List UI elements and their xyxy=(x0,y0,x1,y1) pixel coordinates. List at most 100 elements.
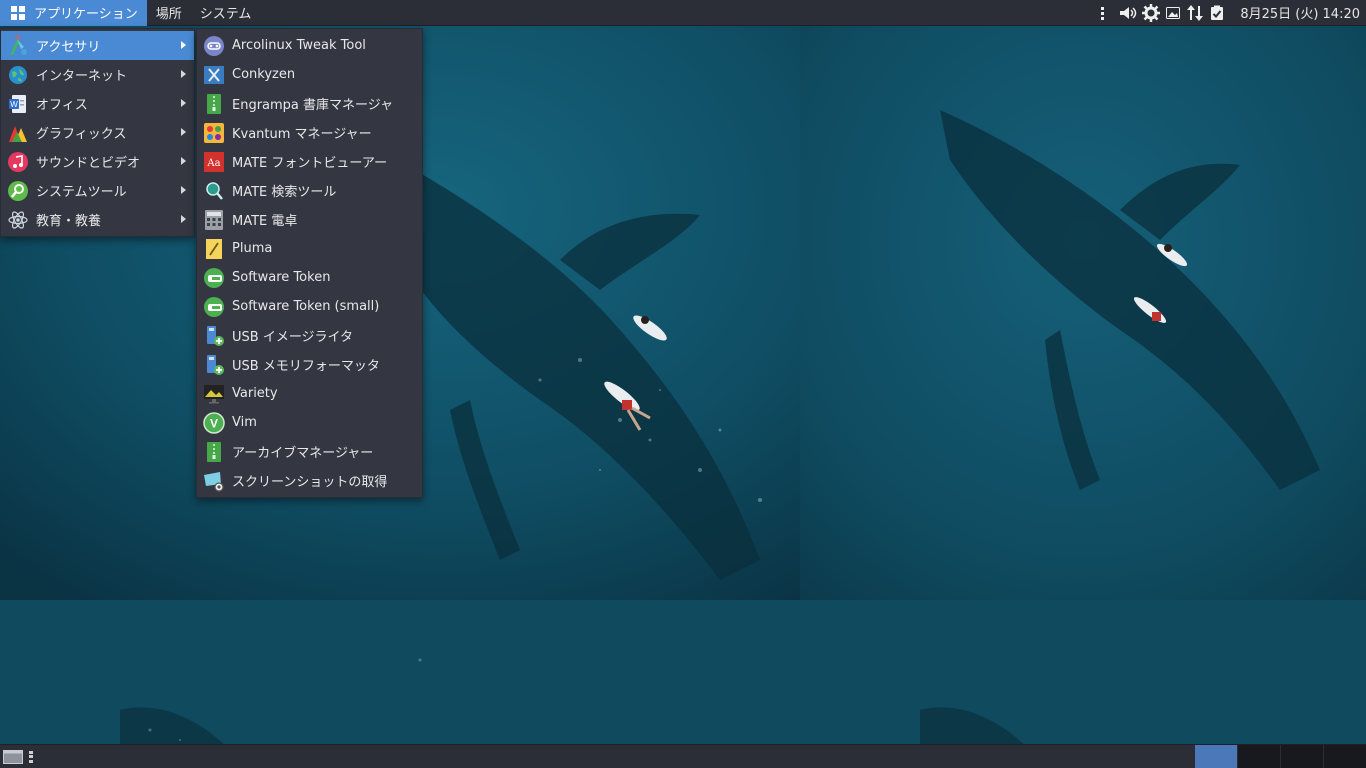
svg-text:W: W xyxy=(10,100,18,109)
atom-icon xyxy=(8,210,28,229)
menu-item-mate-calculator[interactable]: MATE 電卓 xyxy=(197,205,422,234)
workspace-switcher xyxy=(1194,745,1366,768)
system-tools-icon xyxy=(8,180,28,201)
menu-item-label: Pluma xyxy=(232,241,273,256)
menu-item-label: Engrampa 書庫マネージャ xyxy=(232,98,394,113)
category-system-tools[interactable]: システムツール xyxy=(1,176,194,205)
system-tray: 8月25日 (火) 14:20 xyxy=(1096,0,1366,26)
menu-item-mate-search-tool[interactable]: MATE 検索ツール xyxy=(197,176,422,205)
applications-menu-label: アプリケーション xyxy=(34,7,138,22)
menu-item-arcolinux-tweak-tool[interactable]: Arcolinux Tweak Tool xyxy=(197,31,422,60)
menu-item-label: USB メモリフォーマッタ xyxy=(232,359,380,374)
image-viewer-icon[interactable] xyxy=(1163,3,1183,23)
category-label: 教育・教養 xyxy=(36,214,102,229)
workspace-4[interactable] xyxy=(1323,745,1366,768)
clipboard-check-icon[interactable] xyxy=(1207,3,1227,23)
usb-image-writer-icon xyxy=(207,325,224,346)
workspace-3[interactable] xyxy=(1280,745,1323,768)
category-education[interactable]: 教育・教養 xyxy=(1,205,194,234)
top-panel: アプリケーション 場所 システム 8月25日 (火) 14:20 xyxy=(0,0,1366,26)
submenu-arrow-icon xyxy=(181,215,186,223)
accessories-submenu: Arcolinux Tweak Tool Conkyzen Engrampa 書… xyxy=(196,28,423,498)
menu-item-software-token-small[interactable]: Software Token (small) xyxy=(197,292,422,321)
clock[interactable]: 8月25日 (火) 14:20 xyxy=(1240,3,1360,22)
menu-item-label: MATE 検索ツール xyxy=(232,185,337,200)
category-label: オフィス xyxy=(36,98,88,113)
menu-item-archive-manager[interactable]: アーカイブマネージャー xyxy=(197,437,422,466)
category-office[interactable]: W オフィス xyxy=(1,89,194,118)
category-label: インターネット xyxy=(36,69,128,84)
variety-wallpaper-icon xyxy=(204,384,224,403)
software-token-icon xyxy=(204,267,224,288)
office-document-icon: W xyxy=(9,94,26,113)
menu-item-label: スクリーンショットの取得 xyxy=(232,475,388,490)
menu-item-label: Arcolinux Tweak Tool xyxy=(232,38,366,53)
panel-drag-handle[interactable] xyxy=(29,749,35,765)
menu-item-engrampa[interactable]: Engrampa 書庫マネージャ xyxy=(197,89,422,118)
category-graphics[interactable]: グラフィックス xyxy=(1,118,194,147)
music-note-icon xyxy=(8,151,28,172)
volume-icon[interactable] xyxy=(1119,3,1139,23)
usb-formatter-icon xyxy=(207,354,224,375)
applications-menu[interactable]: アプリケーション xyxy=(0,0,147,26)
settings-gear-icon[interactable] xyxy=(1141,3,1161,23)
category-label: サウンドとビデオ xyxy=(36,156,141,171)
svg-text:Aa: Aa xyxy=(206,158,220,169)
signal-icon[interactable] xyxy=(1097,3,1117,23)
system-menu[interactable]: システム xyxy=(191,0,261,26)
places-menu-label: 場所 xyxy=(155,7,182,22)
category-sound-video[interactable]: サウンドとビデオ xyxy=(1,147,194,176)
conkyzen-icon xyxy=(204,65,224,84)
submenu-arrow-icon xyxy=(181,157,186,165)
menu-item-usb-image-writer[interactable]: USB イメージライタ xyxy=(197,321,422,350)
menu-item-label: Software Token xyxy=(232,270,331,285)
submenu-arrow-icon xyxy=(181,128,186,136)
calculator-icon xyxy=(205,209,223,230)
software-token-small-icon xyxy=(204,296,224,317)
archive-zipper-icon xyxy=(207,93,221,114)
show-desktop-icon xyxy=(3,749,23,764)
show-desktop-button[interactable] xyxy=(2,748,24,766)
system-menu-label: システム xyxy=(199,7,252,22)
screenshot-icon xyxy=(204,471,224,492)
submenu-arrow-icon xyxy=(181,70,186,78)
menu-item-label: MATE 電卓 xyxy=(232,214,298,229)
menu-item-label: MATE フォントビューアー xyxy=(232,156,388,171)
menu-item-label: アーカイブマネージャー xyxy=(232,446,374,461)
menu-item-software-token[interactable]: Software Token xyxy=(197,263,422,292)
kvantum-palette-icon xyxy=(204,122,224,143)
applications-grid-icon xyxy=(11,5,25,20)
workspace-1[interactable] xyxy=(1194,745,1237,768)
menu-item-vim[interactable]: V Vim xyxy=(197,408,422,437)
menu-item-screenshot[interactable]: スクリーンショットの取得 xyxy=(197,466,422,495)
workspace-2[interactable] xyxy=(1237,745,1280,768)
menu-item-label: Software Token (small) xyxy=(232,299,380,314)
menu-item-label: Vim xyxy=(232,415,257,430)
wallpaper-whale-tile xyxy=(800,0,1366,600)
internet-globe-icon xyxy=(9,65,27,84)
category-accessories[interactable]: アクセサリ xyxy=(1,31,194,60)
svg-text:V: V xyxy=(210,416,218,430)
archive-manager-icon xyxy=(207,441,221,462)
network-updown-icon[interactable] xyxy=(1185,3,1205,23)
applications-category-menu: アクセサリ インターネット W オフィス グラフィックス サウンドとビデオ シス… xyxy=(0,28,195,237)
wallpaper-whale-tile xyxy=(0,600,800,768)
font-viewer-icon: Aa xyxy=(204,151,224,172)
menu-item-kvantum-manager[interactable]: Kvantum マネージャー xyxy=(197,118,422,147)
search-tool-icon xyxy=(206,181,223,200)
category-label: アクセサリ xyxy=(36,40,101,55)
submenu-arrow-icon xyxy=(181,99,186,107)
menu-item-conkyzen[interactable]: Conkyzen xyxy=(197,60,422,89)
menu-item-mate-font-viewer[interactable]: Aa MATE フォントビューアー xyxy=(197,147,422,176)
wallpaper-whale-tile xyxy=(800,600,1366,768)
places-menu[interactable]: 場所 xyxy=(147,0,191,26)
tweak-tool-icon xyxy=(204,35,224,56)
menu-item-pluma[interactable]: Pluma xyxy=(197,234,422,263)
category-internet[interactable]: インターネット xyxy=(1,60,194,89)
menu-item-variety[interactable]: Variety xyxy=(197,379,422,408)
accessories-icon xyxy=(10,34,27,55)
menu-item-usb-formatter[interactable]: USB メモリフォーマッタ xyxy=(197,350,422,379)
category-label: システムツール xyxy=(36,185,127,200)
vim-icon: V xyxy=(203,411,225,434)
graphics-icon xyxy=(9,125,27,142)
